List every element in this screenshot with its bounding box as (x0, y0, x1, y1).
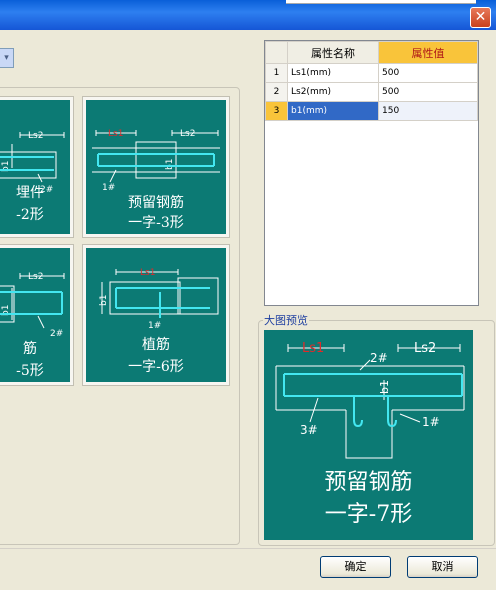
shape-card[interactable]: Ls2 b1 2# 埋件 -2形 (0, 97, 73, 237)
svg-text:Ls1: Ls1 (140, 268, 155, 278)
svg-text:Ls1: Ls1 (108, 129, 123, 139)
divider (0, 548, 496, 549)
svg-text:3#: 3# (300, 423, 318, 437)
grid-header-index (265, 41, 288, 64)
shape-card[interactable]: Ls2 b1 2# 筋 -5形 (0, 245, 73, 385)
card-title: 植筋 (142, 337, 170, 353)
table-row[interactable]: 1 Ls1(mm) 500 (265, 63, 478, 83)
cancel-button[interactable]: 取消 (407, 556, 478, 578)
property-grid[interactable]: 属性名称 属性值 1 Ls1(mm) 500 2 Ls2(mm) 500 3 b… (264, 40, 479, 306)
svg-text:1#: 1# (422, 415, 440, 429)
card-subtitle: -2形 (16, 207, 44, 223)
table-row[interactable]: 2 Ls2(mm) 500 (265, 82, 478, 102)
svg-text:Ls2: Ls2 (28, 272, 43, 282)
grid-header-name[interactable]: 属性名称 (287, 41, 379, 64)
grid-header-row: 属性名称 属性值 (265, 41, 478, 64)
card-title: 埋件 (16, 185, 44, 201)
grid-header-value[interactable]: 属性值 (378, 41, 478, 64)
property-value[interactable]: 500 (378, 63, 478, 83)
card-title: 筋 (23, 341, 37, 357)
preview-subtitle: 一字-7形 (324, 502, 413, 527)
property-name[interactable]: Ls1(mm) (287, 63, 379, 83)
preview-label: 大图预览 (263, 312, 309, 328)
row-number: 1 (265, 63, 288, 83)
svg-text:b1: b1 (99, 295, 109, 306)
svg-text:1#: 1# (148, 321, 161, 331)
preview-canvas: Ls1 Ls2 2# b1 1# 3# 预留钢筋 一字-7形 (264, 330, 473, 540)
card-subtitle: 一字-6形 (128, 359, 184, 375)
svg-text:Ls2: Ls2 (28, 131, 43, 141)
card-subtitle: 一字-3形 (128, 215, 184, 231)
svg-text:b1: b1 (165, 159, 175, 170)
title-bar: ✕ (0, 0, 496, 30)
chevron-down-icon[interactable]: ▾ (0, 48, 14, 68)
close-icon[interactable]: ✕ (470, 7, 491, 28)
shape-card[interactable]: Ls1 Ls2 b1 1# 预留钢筋 一字-3形 (83, 97, 229, 237)
table-row[interactable]: 3 b1(mm) 150 (265, 101, 478, 121)
card-subtitle: -5形 (16, 363, 44, 379)
svg-text:Ls2: Ls2 (414, 341, 436, 356)
property-value[interactable]: 150 (378, 101, 478, 121)
title-bar-strip (286, 0, 476, 4)
preview-title: 预留钢筋 (324, 470, 413, 495)
svg-text:b1: b1 (378, 380, 391, 394)
svg-text:Ls2: Ls2 (180, 129, 195, 139)
card-title: 预留钢筋 (128, 195, 184, 211)
svg-text:Ls1: Ls1 (302, 341, 324, 356)
ok-button[interactable]: 确定 (320, 556, 391, 578)
svg-text:2#: 2# (370, 351, 388, 365)
row-number: 2 (265, 82, 288, 102)
row-number: 3 (265, 101, 288, 121)
property-name[interactable]: Ls2(mm) (287, 82, 379, 102)
shape-card[interactable]: Ls1 b1 1# 植筋 一字-6形 (83, 245, 229, 385)
shape-gallery: Ls2 b1 2# 埋件 -2形 Ls1 Ls2 b1 1# 预留钢筋 一字-3… (0, 87, 240, 545)
property-value[interactable]: 500 (378, 82, 478, 102)
property-name[interactable]: b1(mm) (287, 101, 379, 121)
